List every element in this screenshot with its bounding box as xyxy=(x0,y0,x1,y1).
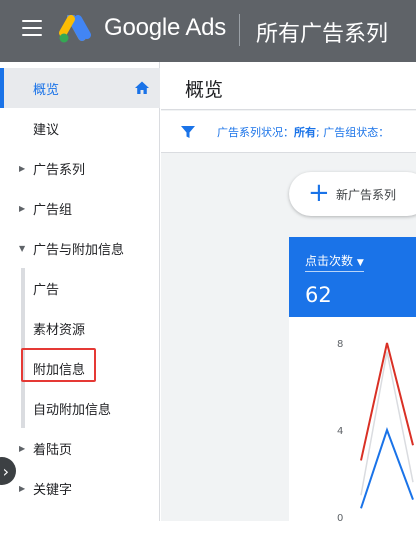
sidebar-item-ads-extensions[interactable]: ▼ 广告与附加信息 xyxy=(0,228,160,268)
caret-right-icon: ▶ xyxy=(19,443,26,453)
filter-icon[interactable] xyxy=(180,124,196,140)
new-campaign-button[interactable]: + 新广告系列 xyxy=(289,172,416,216)
sidebar-item-ads[interactable]: 广告 xyxy=(0,268,160,308)
sidebar-item-campaigns[interactable]: ▶ 广告系列 xyxy=(0,148,160,188)
sidebar-item-keywords[interactable]: ▶ 关键字 xyxy=(0,468,160,508)
header-divider xyxy=(239,14,240,46)
y-tick-label: 4 xyxy=(337,426,343,437)
sidebar-item-label: 概览 xyxy=(33,82,60,98)
main-content: 概览 广告系列状况：所有; 广告组状态： + 新广告系列 点击次数 ▼ 62 8… xyxy=(161,62,416,537)
filter-rest: ; 广告组状态： xyxy=(316,126,390,139)
filter-prefix: 广告系列状况： xyxy=(217,126,294,139)
plus-icon: + xyxy=(308,178,330,208)
chevron-right-icon: › xyxy=(2,461,9,481)
active-indicator xyxy=(0,68,4,108)
sidebar-item-label: 广告组 xyxy=(33,202,73,218)
campaign-title[interactable]: 所有广告系列 xyxy=(256,16,388,48)
metric-value: 62 xyxy=(305,283,332,307)
sidebar-item-auto-extensions[interactable]: 自动附加信息 xyxy=(0,388,160,428)
page-title: 概览 xyxy=(185,79,224,101)
sidebar-item-landing-pages[interactable]: ▶ 着陆页 xyxy=(0,428,160,468)
home-icon xyxy=(135,81,149,94)
top-app-bar: Google Ads 所有广告系列 xyxy=(0,0,416,62)
metric-selector[interactable]: 点击次数 ▼ xyxy=(305,252,364,272)
caret-right-icon: ▶ xyxy=(19,203,26,213)
sidebar-item-label: 广告系列 xyxy=(33,162,86,178)
filter-bar[interactable]: 广告系列状况：所有; 广告组状态： xyxy=(161,111,416,153)
sidebar: 概览 建议 ▶ 广告系列 ▶ 广告组 ▼ 广告与附加信息 广告 素材资源 附加信… xyxy=(0,62,160,521)
sidebar-item-overview[interactable]: 概览 xyxy=(0,68,160,108)
caret-right-icon: ▶ xyxy=(19,163,26,173)
y-tick-label: 0 xyxy=(337,513,343,524)
sidebar-item-ad-groups[interactable]: ▶ 广告组 xyxy=(0,188,160,228)
new-campaign-label: 新广告系列 xyxy=(336,188,397,202)
card-header: 点击次数 ▼ 62 xyxy=(289,237,416,317)
caret-down-icon: ▼ xyxy=(19,243,26,253)
sidebar-item-label: 广告 xyxy=(33,282,60,298)
filter-value: 所有 xyxy=(294,126,316,139)
sidebar-item-label: 自动附加信息 xyxy=(33,402,112,418)
menu-icon[interactable] xyxy=(22,20,42,36)
filter-summary[interactable]: 广告系列状况：所有; 广告组状态： xyxy=(217,124,389,140)
sidebar-item-label: 关键字 xyxy=(33,482,73,498)
caret-right-icon: ▶ xyxy=(19,483,26,493)
highlight-box xyxy=(21,348,96,382)
sidebar-item-label: 素材资源 xyxy=(33,322,86,338)
page-header: 概览 xyxy=(161,62,416,110)
sidebar-item-recommendations[interactable]: 建议 xyxy=(0,108,160,148)
sidebar-item-assets[interactable]: 素材资源 xyxy=(0,308,160,348)
dropdown-arrow-icon: ▼ xyxy=(356,258,364,268)
metric-label: 点击次数 xyxy=(305,254,354,268)
clicks-chart: 8 4 0 xyxy=(337,339,414,524)
brand-name: Google Ads xyxy=(104,14,227,41)
performance-card: 点击次数 ▼ 62 8 4 0 xyxy=(289,237,416,537)
sidebar-item-label: 建议 xyxy=(33,122,60,138)
y-tick-label: 8 xyxy=(337,339,343,350)
sidebar-item-label: 着陆页 xyxy=(33,442,73,458)
sidebar-item-label: 广告与附加信息 xyxy=(33,242,125,258)
google-ads-logo-icon[interactable] xyxy=(58,15,91,45)
